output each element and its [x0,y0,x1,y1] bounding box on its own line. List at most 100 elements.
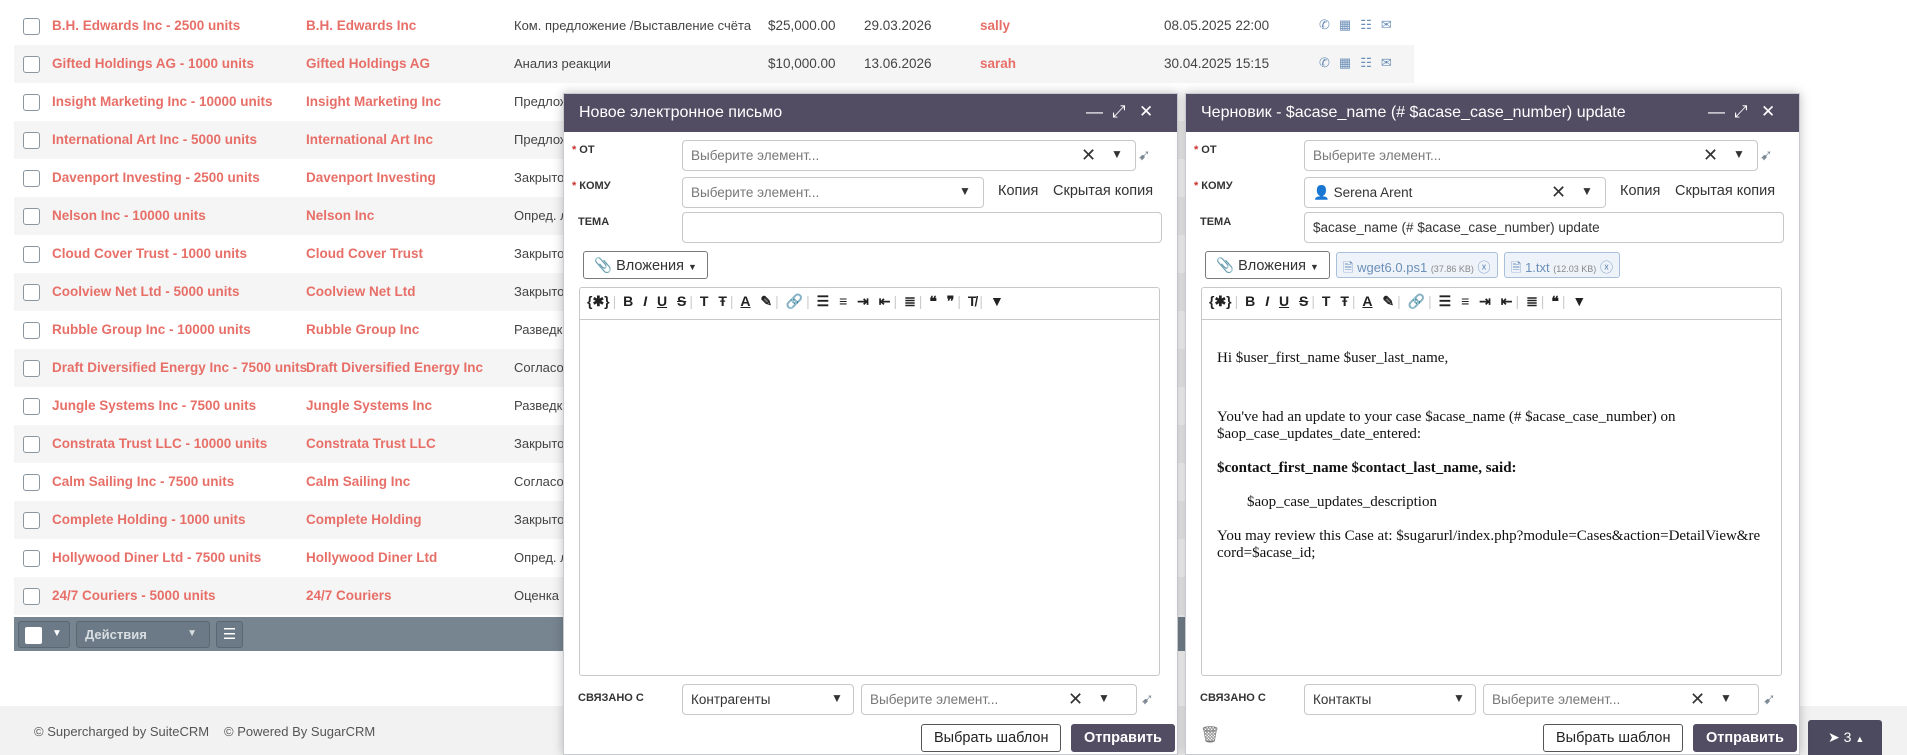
clear-format-icon[interactable]: T̸ [968,293,977,309]
font-size-icon[interactable]: T [700,293,709,309]
opportunity-name-link[interactable]: 24/7 Couriers - 5000 units [52,588,216,603]
email-body-editor[interactable] [579,319,1160,676]
account-name-link[interactable]: Jungle Systems Inc [306,398,432,413]
related-record-select[interactable]: Выберите элемент... ✕ ▼ [861,684,1137,715]
chevron-down-icon[interactable]: ▼ [1098,691,1110,705]
indent-icon[interactable]: ⇥ [1479,293,1491,310]
choose-template-button[interactable]: Выбрать шаблон [1543,724,1684,752]
text-color-icon[interactable]: A [740,293,750,309]
italic-icon[interactable]: I [1265,293,1269,309]
bcc-link[interactable]: Скрытая копия [1675,183,1775,199]
clear-icon[interactable]: ✕ [1068,689,1083,710]
account-name-link[interactable]: Coolview Net Ltd [306,284,416,299]
select-pointer-icon[interactable]: ➹ [1138,146,1151,164]
account-name-link[interactable]: Gifted Holdings AG [306,56,430,71]
outdent-icon[interactable]: ⇤ [1501,293,1513,310]
bcc-link[interactable]: Скрытая копия [1053,183,1153,199]
chevron-down-icon[interactable]: ▼ [1581,184,1593,198]
row-checkbox[interactable] [23,56,40,73]
account-name-link[interactable]: International Art Inc [306,132,433,147]
opportunity-name-link[interactable]: Rubble Group Inc - 10000 units [52,322,251,337]
calendar-icon[interactable]: ▦ [1339,55,1360,70]
minimize-icon[interactable]: — [1086,102,1103,122]
indent-icon[interactable]: ⇥ [857,293,869,310]
numbered-list-icon[interactable]: ≡ [1461,293,1469,309]
chevron-down-icon[interactable]: ▼ [959,184,971,198]
row-checkbox[interactable] [23,322,40,339]
account-name-link[interactable]: 24/7 Couriers [306,588,392,603]
select-all-checkbox[interactable] [25,627,42,644]
to-select[interactable]: Выберите элемент... ▼ [682,177,984,208]
expand-icon[interactable]: ⤢ [1112,102,1126,122]
send-button[interactable]: Отправить [1071,724,1175,752]
envelope-icon[interactable]: ✉ [1381,55,1401,70]
account-name-link[interactable]: Nelson Inc [306,208,374,223]
email-body-editor[interactable]: Hi $user_first_name $user_last_name, You… [1201,319,1782,676]
link-icon[interactable]: 🔗 [786,293,803,310]
sugarcrm-credit[interactable]: © Powered By SugarCRM [224,724,375,739]
close-icon[interactable]: ✕ [1139,102,1153,122]
row-checkbox[interactable] [23,588,40,605]
opportunity-name-link[interactable]: Draft Diversified Energy Inc - 7500 unit… [52,360,307,375]
send-button[interactable]: Отправить [1693,724,1797,752]
phone-icon[interactable]: ✆ [1319,55,1339,70]
clear-icon[interactable]: ✕ [1690,689,1705,710]
account-name-link[interactable]: Hollywood Diner Ltd [306,550,437,565]
opportunity-name-link[interactable]: B.H. Edwards Inc - 2500 units [52,18,240,33]
clear-icon[interactable]: ✕ [1551,182,1566,203]
calendar-icon[interactable]: ▦ [1339,17,1360,32]
opportunity-name-link[interactable]: Davenport Investing - 2500 units [52,170,260,185]
font-size-icon[interactable]: T [1322,293,1331,309]
account-name-link[interactable]: Davenport Investing [306,170,436,185]
quote-icon[interactable]: ❞ [947,293,955,310]
account-name-link[interactable]: Draft Diversified Energy Inc [306,360,483,375]
clear-icon[interactable]: ✕ [1081,145,1096,166]
chevron-down-icon[interactable]: ▼ [1111,147,1123,161]
more-options-icon[interactable]: ▼ [1572,293,1586,309]
cc-link[interactable]: Копия [998,183,1038,199]
variables-icon[interactable]: {✱} [587,293,610,310]
align-icon[interactable]: ≣ [1526,293,1538,310]
opportunity-name-link[interactable]: Constrata Trust LLC - 10000 units [52,436,267,451]
envelope-icon[interactable]: ✉ [1381,17,1401,32]
link-icon[interactable]: 🔗 [1408,293,1425,310]
chevron-down-icon[interactable]: ▼ [1733,147,1745,161]
select-all-dropdown[interactable]: ▼ [18,621,70,648]
related-record-select[interactable]: Выберите элемент... ✕ ▼ [1483,684,1759,715]
suitecrm-credit[interactable]: © Supercharged by SuiteCRM [34,724,209,739]
underline-icon[interactable]: U [1279,293,1289,309]
assigned-user-link[interactable]: sarah [980,56,1016,71]
row-checkbox[interactable] [23,512,40,529]
subject-input[interactable] [682,212,1162,243]
account-name-link[interactable]: Cloud Cover Trust [306,246,423,261]
minimize-icon[interactable]: — [1708,102,1725,122]
account-name-link[interactable]: Complete Holding [306,512,422,527]
row-checkbox[interactable] [23,398,40,415]
more-options-icon[interactable]: ▼ [990,293,1004,309]
attachment-file[interactable]: 🗎 wget6.0.ps1 (37.86 KB) ⓧ [1336,252,1498,278]
choose-template-button[interactable]: Выбрать шаблон [921,724,1062,752]
row-checkbox[interactable] [23,132,40,149]
related-module-select[interactable]: Контрагенты ▼ [682,684,854,715]
variables-icon[interactable]: {✱} [1209,293,1232,310]
highlight-icon[interactable]: ✎ [760,293,772,310]
opportunity-name-link[interactable]: Calm Sailing Inc - 7500 units [52,474,234,489]
opportunity-name-link[interactable]: Jungle Systems Inc - 7500 units [52,398,256,413]
opportunity-name-link[interactable]: Coolview Net Ltd - 5000 units [52,284,240,299]
bullet-list-icon[interactable]: ☰ [1439,293,1452,310]
strikethrough-icon[interactable]: S [677,293,686,309]
opportunity-name-link[interactable]: Hollywood Diner Ltd - 7500 units [52,550,261,565]
row-checkbox[interactable] [23,360,40,377]
remove-attachment-icon[interactable]: ⓧ [1477,260,1490,275]
select-pointer-icon[interactable]: ➹ [1141,690,1154,708]
row-checkbox[interactable] [23,474,40,491]
italic-icon[interactable]: I [643,293,647,309]
bulk-actions-dropdown[interactable]: Действия ▼ [76,621,210,648]
line-height-icon[interactable]: Ŧ [718,293,727,309]
row-checkbox[interactable] [23,94,40,111]
opportunity-name-link[interactable]: Cloud Cover Trust - 1000 units [52,246,247,261]
row-checkbox[interactable] [23,550,40,567]
bullet-list-icon[interactable]: ☰ [817,293,830,310]
opportunity-name-link[interactable]: International Art Inc - 5000 units [52,132,257,147]
from-select[interactable]: Выберите элемент... ✕ ▼ [682,140,1136,171]
